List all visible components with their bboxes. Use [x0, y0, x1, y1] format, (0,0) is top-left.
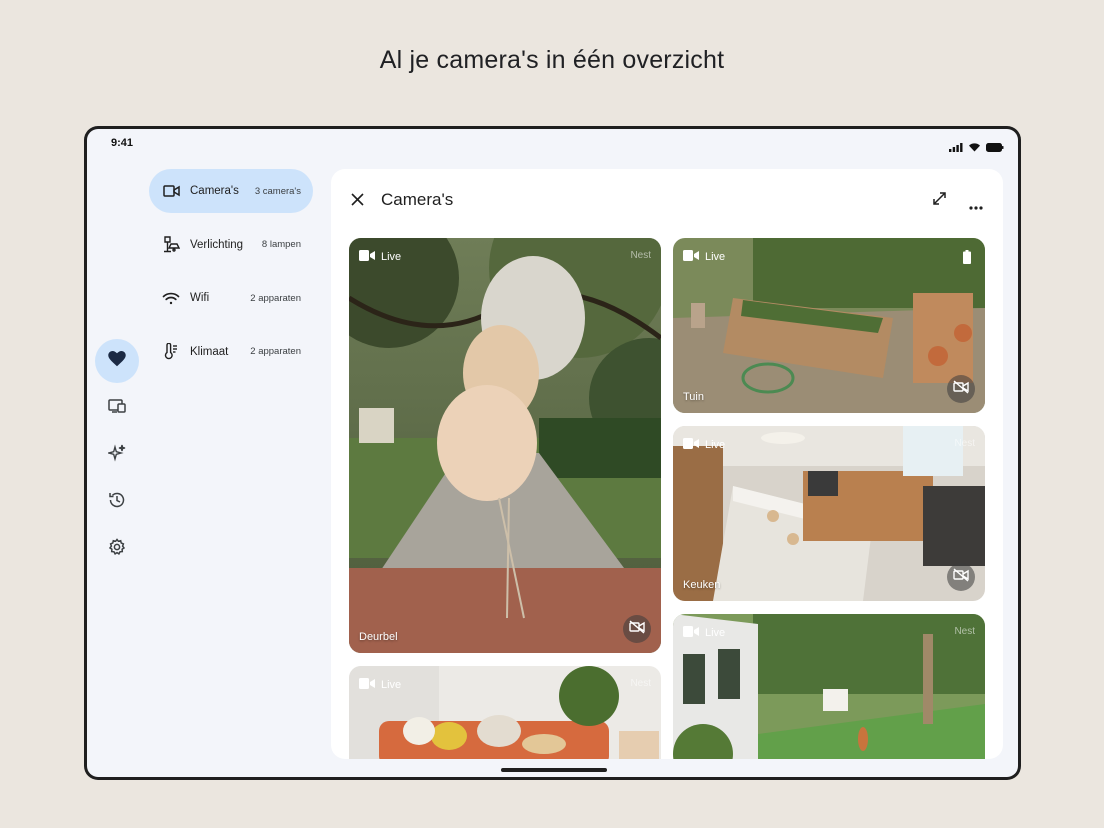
- rail-activity-button[interactable]: [95, 480, 139, 524]
- live-label: Live: [381, 679, 402, 691]
- live-label: Live: [705, 627, 726, 639]
- nest-watermark: Nest: [630, 250, 651, 261]
- video-icon: [683, 438, 699, 452]
- tablet-frame: 9:41 Camera's 3 camera's Verlichting 8 l…: [84, 126, 1021, 780]
- devices-icon: [108, 398, 126, 418]
- video-icon: [359, 250, 375, 264]
- camera-off-button[interactable]: [623, 615, 651, 643]
- close-icon[interactable]: [351, 193, 364, 211]
- camera-off-button[interactable]: [947, 375, 975, 403]
- camera-tile-living-room[interactable]: Live Nest: [349, 666, 661, 759]
- live-label: Live: [381, 251, 402, 263]
- nav-item-climate[interactable]: Klimaat 2 apparaten: [149, 330, 313, 374]
- category-list: Camera's 3 camera's Verlichting 8 lampen…: [149, 169, 313, 383]
- live-label: Live: [705, 439, 726, 451]
- status-bar: 9:41: [87, 129, 1018, 159]
- thermometer-icon: [162, 343, 180, 361]
- home-indicator: [501, 768, 607, 772]
- battery-icon: [986, 139, 1004, 157]
- nav-item-label: Wifi: [190, 292, 210, 304]
- video-icon: [683, 626, 699, 640]
- rail-devices-button[interactable]: [95, 386, 139, 430]
- nav-item-label: Klimaat: [190, 345, 229, 358]
- status-time: 9:41: [111, 137, 134, 149]
- nav-item-cameras[interactable]: Camera's 3 camera's: [149, 169, 313, 213]
- live-indicator: Live: [683, 626, 725, 640]
- live-label: Live: [705, 251, 726, 263]
- camera-off-button[interactable]: [947, 563, 975, 591]
- live-indicator: Live: [359, 678, 401, 692]
- nav-item-label: Camera's: [190, 185, 239, 197]
- battery-status-icon: [963, 250, 971, 269]
- sparkle-icon: [106, 443, 126, 467]
- nav-item-count: 2 apparaten: [250, 346, 301, 357]
- nav-item-count: 3 camera's: [254, 185, 301, 197]
- nav-item-count: 2 apparaten: [250, 292, 301, 304]
- camera-icon: [162, 182, 180, 200]
- video-off-icon: [953, 567, 969, 587]
- cameras-panel: Camera's Live Nest Deurbel Live Tuin Liv…: [331, 169, 1003, 759]
- history-icon: [108, 491, 126, 514]
- camera-name: Tuin: [683, 391, 704, 403]
- live-indicator: Live: [683, 250, 725, 264]
- camera-feed-garden: [673, 238, 985, 413]
- camera-tile-kitchen[interactable]: Live Nest Keuken: [673, 426, 985, 601]
- wifi-icon: [162, 289, 180, 307]
- camera-feed-kitchen: [673, 426, 985, 601]
- rail-favorites-button[interactable]: [95, 339, 139, 383]
- nav-item-wifi[interactable]: Wifi 2 apparaten: [149, 276, 313, 320]
- camera-name: Keuken: [683, 579, 721, 591]
- camera-feed-doorbell: [349, 238, 661, 653]
- nav-item-lighting[interactable]: Verlichting 8 lampen: [149, 223, 313, 267]
- nav-item-label: Verlichting: [190, 238, 244, 251]
- live-indicator: Live: [359, 250, 401, 264]
- rail-automations-button[interactable]: [95, 433, 139, 477]
- more-options-icon[interactable]: [969, 197, 983, 215]
- video-off-icon: [629, 619, 645, 639]
- nest-watermark: Nest: [630, 678, 651, 689]
- app-screen: 9:41 Camera's 3 camera's Verlichting 8 l…: [87, 129, 1018, 777]
- video-icon: [683, 250, 699, 264]
- nest-watermark: Nest: [954, 626, 975, 637]
- video-off-icon: [953, 379, 969, 399]
- heart-icon: [108, 350, 126, 372]
- page-headline: Al je camera's in één overzicht: [379, 46, 725, 74]
- video-icon: [359, 678, 375, 692]
- panel-title: Camera's: [381, 190, 454, 209]
- expand-icon[interactable]: [932, 191, 947, 211]
- navigation-rail: [95, 339, 141, 574]
- signal-icon: [949, 139, 963, 157]
- gear-icon: [108, 537, 126, 561]
- camera-tile-garden[interactable]: Live Tuin: [673, 238, 985, 413]
- nest-watermark: Nest: [954, 438, 975, 449]
- camera-name: Deurbel: [359, 631, 398, 643]
- rail-settings-button[interactable]: [95, 527, 139, 571]
- panel-header: Camera's: [331, 169, 1003, 229]
- nav-item-count: 8 lampen: [261, 239, 301, 250]
- wifi-status-icon: [968, 139, 981, 157]
- camera-tile-doorbell[interactable]: Live Nest Deurbel: [349, 238, 661, 653]
- camera-tile-backyard[interactable]: Live Nest: [673, 614, 985, 759]
- live-indicator: Live: [683, 438, 725, 452]
- system-icons: [949, 139, 1004, 157]
- lamp-icon: [162, 236, 180, 254]
